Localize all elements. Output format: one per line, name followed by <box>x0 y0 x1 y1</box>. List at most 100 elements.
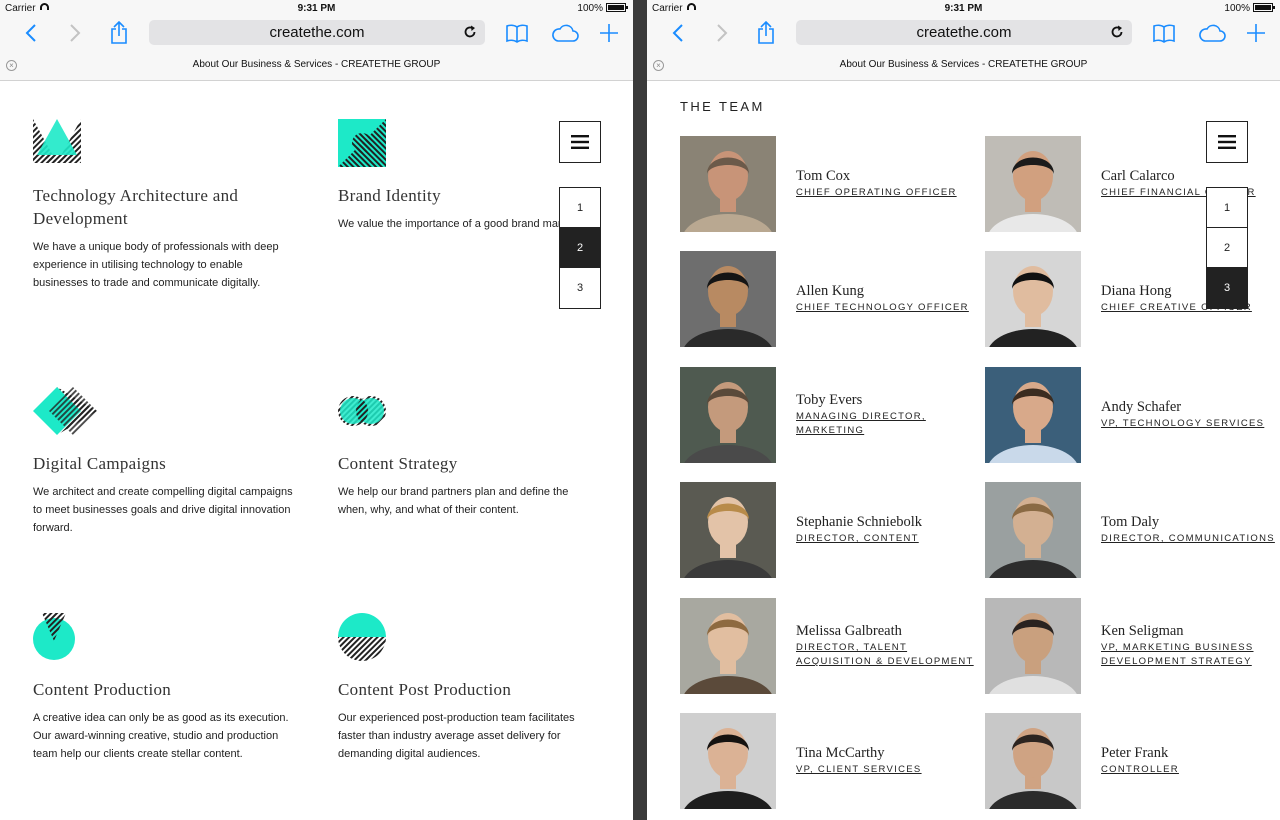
status-bar: Carrier 9:31 PM 100% <box>0 0 633 18</box>
member-info: Diana Hong CHIEF CREATIVE OFFICER <box>1101 251 1280 347</box>
overlapping-circles-icon <box>338 396 386 426</box>
pager-item-3[interactable]: 3 <box>560 268 600 308</box>
battery-status: 100% <box>577 3 628 14</box>
reload-icon[interactable] <box>1110 25 1124 39</box>
pager-item-1[interactable]: 1 <box>1207 188 1247 228</box>
member-role-link[interactable]: CHIEF CREATIVE OFFICER <box>1101 301 1280 315</box>
team-member-card[interactable]: Toby Evers MANAGING DIRECTOR, MARKETING <box>680 367 980 463</box>
section-pager: 1 2 3 <box>1206 187 1248 309</box>
circle-triangle-icon <box>33 613 75 660</box>
member-role-link[interactable]: CHIEF OPERATING OFFICER <box>796 186 986 200</box>
browser-toolbar: createthe.com <box>0 18 633 48</box>
tab-bar: × About Our Business & Services - CREATE… <box>0 55 633 77</box>
team-heading: THE TEAM <box>680 99 765 114</box>
service-digital-campaigns: Digital Campaigns We architect and creat… <box>33 387 293 537</box>
member-name: Diana Hong <box>1101 283 1172 299</box>
menu-button[interactable] <box>1206 121 1248 163</box>
diamond-icon <box>33 387 97 435</box>
pager-item-1[interactable]: 1 <box>560 188 600 228</box>
member-name: Tina McCarthy <box>796 745 885 761</box>
back-chevron-icon[interactable] <box>665 20 691 46</box>
tab-title[interactable]: About Our Business & Services - CREATETH… <box>0 59 633 70</box>
member-info: Tom Daly DIRECTOR, COMMUNICATIONS <box>1101 482 1280 578</box>
page-viewport: Technology Architecture and Development … <box>0 82 633 820</box>
member-role-link[interactable]: DIRECTOR, TALENT ACQUISITION & DEVELOPME… <box>796 641 986 669</box>
tab-bar: × About Our Business & Services - CREATE… <box>647 55 1280 77</box>
icloud-tabs-icon[interactable] <box>550 20 580 46</box>
forward-chevron-icon[interactable] <box>709 20 735 46</box>
service-description: We help our brand partners plan and defi… <box>338 486 569 516</box>
team-member-card[interactable]: Tina McCarthy VP, CLIENT SERVICES <box>680 713 980 809</box>
member-name: Peter Frank <box>1101 745 1169 761</box>
team-screen: Carrier 9:31 PM 100% createthe.com × Abo… <box>647 0 1280 820</box>
square-diagonal-icon <box>338 119 386 167</box>
pager-item-3[interactable]: 3 <box>1207 268 1247 308</box>
team-member-card[interactable]: Ken Seligman VP, MARKETING BUSINESS DEVEL… <box>985 598 1280 694</box>
share-icon[interactable] <box>753 20 779 46</box>
new-tab-icon[interactable] <box>1243 20 1269 46</box>
member-name: Toby Evers <box>796 392 863 408</box>
share-icon[interactable] <box>106 20 132 46</box>
member-info: Tom Cox CHIEF OPERATING OFFICER <box>796 136 986 232</box>
member-info: Stephanie Schniebolk DIRECTOR, CONTENT <box>796 482 986 578</box>
pager-item-2[interactable]: 2 <box>1207 228 1247 268</box>
team-member-card[interactable]: Andy Schafer VP, TECHNOLOGY SERVICES <box>985 367 1280 463</box>
service-title: Content Production <box>33 680 172 699</box>
service-brand-identity: Brand Identity We value the importance o… <box>338 119 560 233</box>
battery-icon <box>606 3 628 12</box>
page-viewport: THE TEAM Tom Cox CHIEF OPERATING OFFICER C… <box>647 82 1280 820</box>
team-member-card[interactable]: Melissa Galbreath DIRECTOR, TALENT ACQUIS… <box>680 598 980 694</box>
member-info: Peter Frank CONTROLLER <box>1101 713 1280 809</box>
service-title: Content Strategy <box>338 454 458 473</box>
avatar <box>985 482 1081 578</box>
back-chevron-icon[interactable] <box>18 20 44 46</box>
member-name: Andy Schafer <box>1101 399 1182 415</box>
member-info: Andy Schafer VP, TECHNOLOGY SERVICES <box>1101 367 1280 463</box>
member-name: Tom Cox <box>796 168 851 184</box>
url-text: createthe.com <box>269 24 365 41</box>
new-tab-icon[interactable] <box>596 20 622 46</box>
member-name: Stephanie Schniebolk <box>796 514 923 530</box>
reload-icon[interactable] <box>463 25 477 39</box>
service-description: We have a unique body of professionals w… <box>33 241 279 289</box>
member-role-link[interactable]: DIRECTOR, CONTENT <box>796 532 986 546</box>
menu-button[interactable] <box>559 121 601 163</box>
member-role-link[interactable]: VP, TECHNOLOGY SERVICES <box>1101 417 1280 431</box>
member-role-link[interactable]: VP, CLIENT SERVICES <box>796 763 986 777</box>
pager-item-2[interactable]: 2 <box>560 228 600 268</box>
hamburger-icon <box>1218 135 1236 149</box>
browser-toolbar: createthe.com <box>647 18 1280 48</box>
member-role-link[interactable]: DIRECTOR, COMMUNICATIONS <box>1101 532 1280 546</box>
service-technology: Technology Architecture and Development … <box>33 119 293 292</box>
bookmarks-icon[interactable] <box>504 20 530 46</box>
avatar <box>680 482 776 578</box>
hamburger-icon <box>571 135 589 149</box>
team-member-card[interactable]: Allen Kung CHIEF TECHNOLOGY OFFICER <box>680 251 980 347</box>
service-content-production: Content Production A creative idea can o… <box>33 613 293 763</box>
tab-title[interactable]: About Our Business & Services - CREATETH… <box>647 59 1280 70</box>
half-circle-icon <box>338 613 386 661</box>
icloud-tabs-icon[interactable] <box>1197 20 1227 46</box>
member-name: Tom Daly <box>1101 514 1160 530</box>
avatar <box>985 598 1081 694</box>
team-member-card[interactable]: Peter Frank CONTROLLER <box>985 713 1280 809</box>
forward-chevron-icon[interactable] <box>62 20 88 46</box>
clock: 9:31 PM <box>944 3 983 14</box>
address-bar[interactable]: createthe.com <box>149 20 485 45</box>
member-name: Ken Seligman <box>1101 623 1184 639</box>
bookmarks-icon[interactable] <box>1151 20 1177 46</box>
team-member-card[interactable]: Tom Cox CHIEF OPERATING OFFICER <box>680 136 980 232</box>
clock: 9:31 PM <box>297 3 336 14</box>
service-title: Brand Identity <box>338 186 441 205</box>
member-role-link[interactable]: MANAGING DIRECTOR, MARKETING <box>796 410 986 438</box>
member-role-link[interactable]: CHIEF TECHNOLOGY OFFICER <box>796 301 986 315</box>
team-member-card[interactable]: Stephanie Schniebolk DIRECTOR, CONTENT <box>680 482 980 578</box>
member-role-link[interactable]: CHIEF FINANCIAL OFFICER <box>1101 186 1280 200</box>
member-role-link[interactable]: CONTROLLER <box>1101 763 1280 777</box>
avatar <box>680 251 776 347</box>
member-role-link[interactable]: VP, MARKETING BUSINESS DEVELOPMENT STRAT… <box>1101 641 1280 669</box>
member-info: Carl Calarco CHIEF FINANCIAL OFFICER <box>1101 136 1280 232</box>
team-member-card[interactable]: Tom Daly DIRECTOR, COMMUNICATIONS <box>985 482 1280 578</box>
service-content-post-production: Content Post Production Our experienced … <box>338 613 598 763</box>
address-bar[interactable]: createthe.com <box>796 20 1132 45</box>
